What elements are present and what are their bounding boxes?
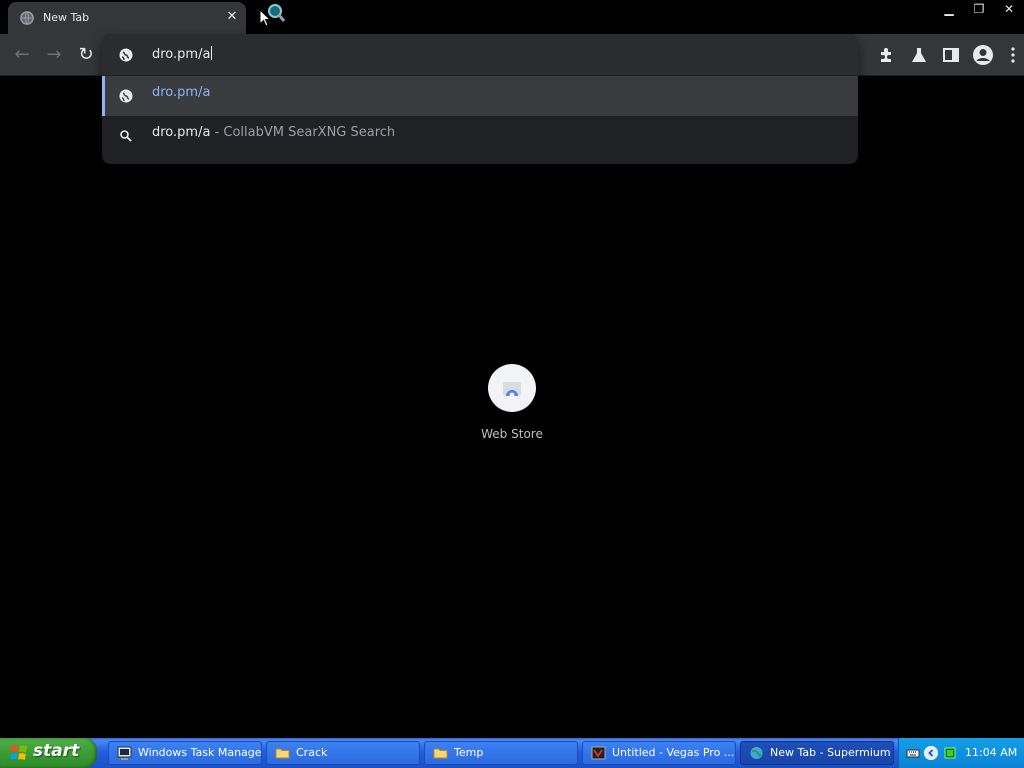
forward-button[interactable]: → (43, 44, 65, 66)
toolbar-actions (854, 34, 1024, 76)
start-button[interactable]: start (0, 738, 97, 768)
folder-icon (433, 748, 448, 759)
extensions-icon[interactable] (876, 44, 898, 66)
tab-title: New Tab (43, 11, 90, 24)
start-label: start (33, 741, 80, 761)
omnibox-popup: dro.pm/a dro.pm/a dro.pm/a - CollabVM Se… (102, 34, 858, 164)
profile-icon[interactable] (972, 44, 994, 66)
minimize-button[interactable]: ▁ (934, 0, 964, 18)
text-caret (211, 46, 213, 60)
suggestion-url-text: dro.pm/a (152, 85, 211, 100)
folder-icon (275, 748, 290, 759)
suggestion-search[interactable]: dro.pm/a - CollabVM SearXNG Search (102, 116, 858, 156)
shortcut-tile (488, 364, 536, 412)
suggestion-url[interactable]: dro.pm/a (102, 76, 858, 116)
labs-icon[interactable] (908, 44, 930, 66)
globe-icon (119, 48, 133, 62)
reload-button[interactable]: ↻ (75, 44, 97, 66)
taskbar-item-temp[interactable]: Temp (424, 741, 578, 765)
browser-icon (750, 747, 763, 759)
taskbar-item-supermium[interactable]: New Tab - Supermium (740, 741, 894, 765)
windows-logo-icon (10, 745, 27, 760)
title-bar: New Tab ✕ ▁ ❐ ✕ (0, 0, 1024, 34)
taskbar-item-task-manager[interactable]: Windows Task Manager (108, 741, 262, 765)
suggestion-search-engine: - CollabVM SearXNG Search (210, 125, 396, 140)
keyboard-icon[interactable] (906, 746, 920, 760)
tab-close-icon[interactable]: ✕ (224, 9, 240, 25)
suggestion-search-text: dro.pm/a - CollabVM SearXNG Search (152, 125, 396, 140)
show-hidden-icons-icon[interactable] (924, 746, 938, 760)
webstore-icon (503, 382, 521, 398)
taskbar-item-vegas[interactable]: Untitled - Vegas Pro ... (582, 741, 736, 765)
tab-new-tab[interactable]: New Tab ✕ (8, 2, 246, 34)
taskbar: start Windows Task Manager Crack Temp Un… (0, 738, 1024, 768)
taskbar-item-crack[interactable]: Crack (266, 741, 420, 765)
shortcut-web-store[interactable]: Web Store (472, 364, 552, 448)
vegas-icon (591, 746, 606, 760)
search-icon (120, 130, 132, 142)
omnibox-input[interactable]: dro.pm/a (152, 46, 213, 62)
task-manager-icon (117, 746, 132, 760)
omnibox-input-row[interactable]: dro.pm/a (102, 34, 858, 75)
window-controls: ▁ ❐ ✕ (934, 0, 1024, 18)
battery-icon[interactable] (943, 746, 957, 760)
system-tray: 11:04 AM (898, 738, 1024, 768)
side-panel-icon[interactable] (940, 44, 962, 66)
tab-favicon-icon (20, 11, 34, 25)
restore-button[interactable]: ❐ (964, 0, 994, 18)
menu-icon[interactable] (1002, 44, 1024, 66)
mouse-cursor-icon (259, 9, 271, 27)
globe-icon (119, 89, 133, 103)
shortcut-label: Web Store (481, 427, 543, 441)
back-button[interactable]: ← (11, 44, 33, 66)
taskbar-clock[interactable]: 11:04 AM (965, 746, 1017, 759)
close-window-button[interactable]: ✕ (994, 0, 1024, 18)
